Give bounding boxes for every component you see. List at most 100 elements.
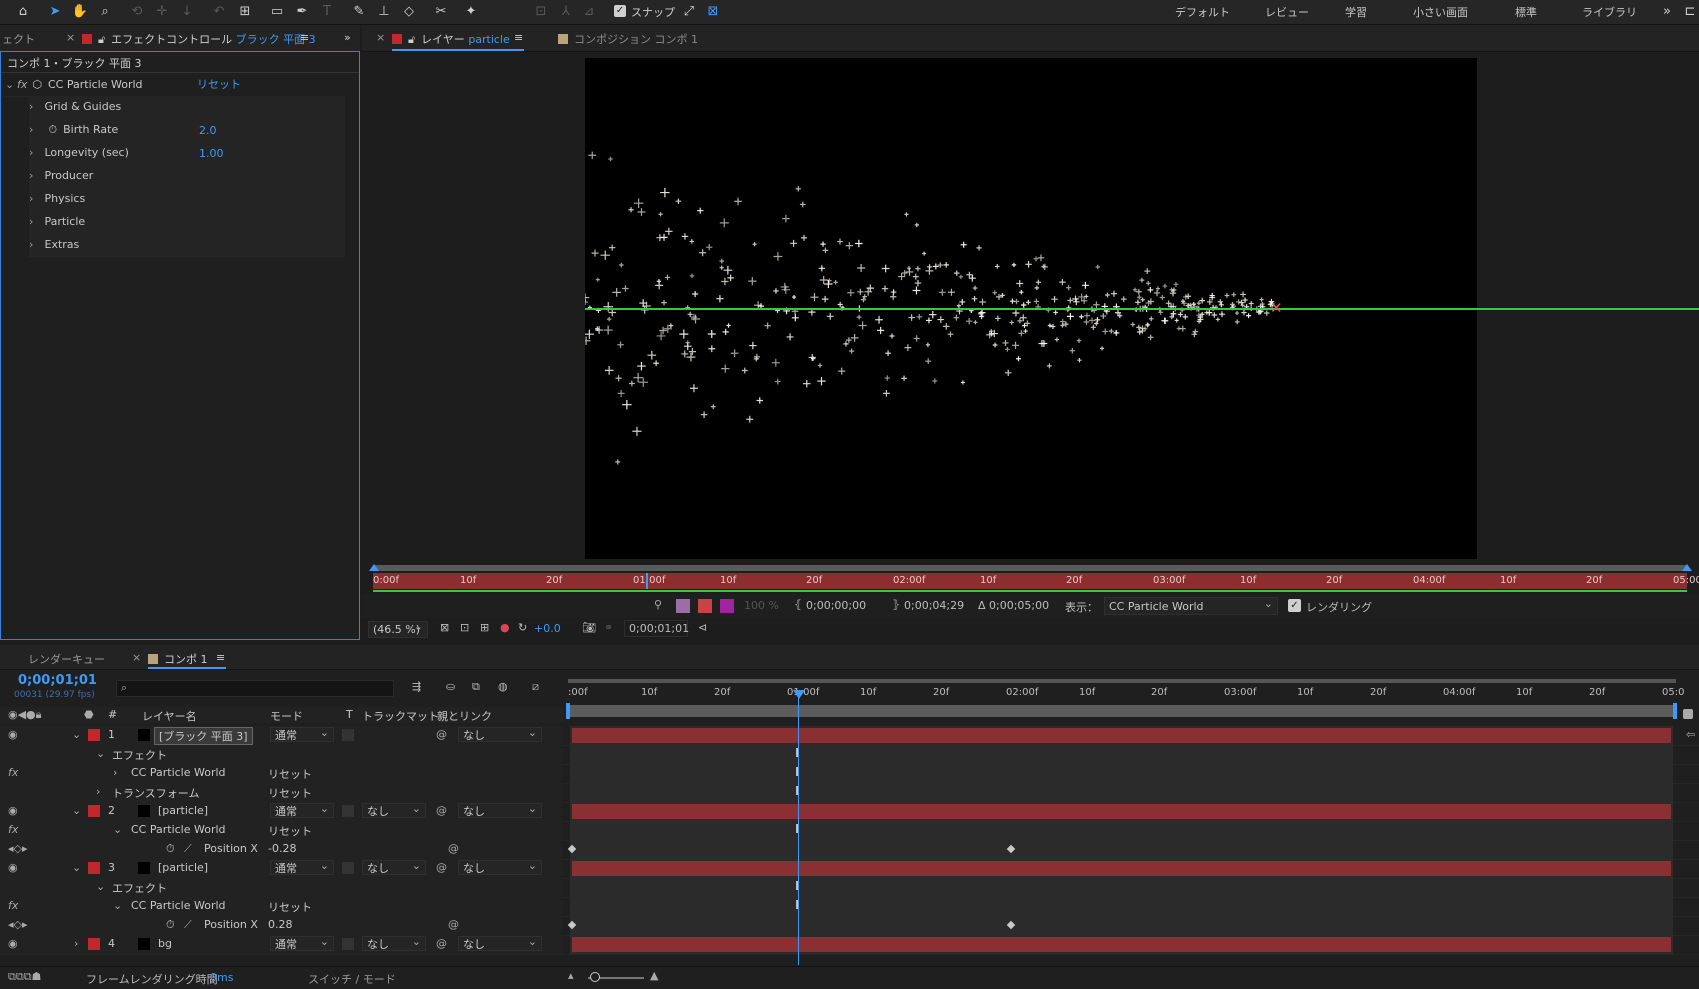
layer-search-input[interactable]: ⌕: [116, 680, 394, 697]
property-longevity[interactable]: › Longevity (sec) 1.00: [29, 142, 345, 165]
pickwhip-icon[interactable]: @: [436, 937, 447, 950]
channels-icon[interactable]: ●: [500, 621, 510, 634]
frame-blending-icon[interactable]: ⧉: [472, 680, 480, 694]
anchor-tool-icon[interactable]: ⊞: [236, 3, 254, 21]
grid-icon[interactable]: ⊞: [480, 621, 489, 634]
stopwatch-icon[interactable]: ⏱: [166, 918, 175, 932]
effect-row[interactable]: fx › CC Particle World リセット I: [0, 764, 1699, 784]
parent-dropdown[interactable]: なし: [458, 934, 542, 951]
fx-icon[interactable]: fx: [8, 823, 18, 836]
stamp-tool-icon[interactable]: ⊥: [375, 3, 393, 21]
blend-mode-dropdown[interactable]: 通常: [270, 801, 334, 818]
snapshot-icon[interactable]: 📷︎: [582, 621, 596, 634]
close-icon[interactable]: ×: [66, 31, 75, 44]
zoom-in-icon[interactable]: ▲: [650, 969, 658, 982]
snap-options-icon[interactable]: ⤢: [680, 3, 698, 21]
layer-duration-bar[interactable]: [572, 937, 1671, 952]
fit-icon[interactable]: ⊠: [440, 621, 449, 634]
property-grid-guides[interactable]: › Grid & Guides: [29, 96, 345, 119]
workspace-standard[interactable]: 標準: [1515, 4, 1537, 20]
zoom-slider-thumb[interactable]: [590, 972, 600, 982]
tab-comp-1[interactable]: コンポ 1: [148, 651, 208, 667]
panel-menu-icon[interactable]: ≡: [216, 651, 225, 664]
blend-mode-dropdown[interactable]: 通常: [270, 934, 334, 951]
work-area-bar[interactable]: [566, 705, 1676, 717]
label-color-swatch[interactable]: [88, 938, 100, 950]
home-icon[interactable]: ⌂: [14, 3, 32, 21]
magnification-dropdown[interactable]: (46.5 %): [368, 619, 428, 638]
view-dropdown[interactable]: CC Particle World: [1104, 595, 1278, 615]
selection-tool-icon[interactable]: ➤: [46, 3, 64, 21]
expression-pickwhip-icon[interactable]: @: [448, 918, 459, 931]
layer-row[interactable]: ◉ ⌄ 1 [ブラック 平面 3] 通常 @ なし ⇦: [0, 725, 1699, 746]
layer-duration-bar[interactable]: [572, 861, 1671, 876]
show-particle-icon[interactable]: [698, 599, 712, 613]
snap-target-icon[interactable]: ⊠: [704, 3, 722, 21]
text-tool-icon[interactable]: T: [318, 3, 336, 21]
lock-icon[interactable]: 🔓︎: [98, 33, 105, 46]
graph-icon[interactable]: ⟋: [184, 918, 192, 932]
chevron-down-icon[interactable]: ⌄: [113, 899, 122, 912]
workspace-small-screen[interactable]: 小さい画面: [1413, 4, 1468, 20]
viewer-time-ruler[interactable]: 0:00f 10f 20f 01:00f 10f 20f 02:00f 10f 20f 03:00…: [369, 564, 1699, 592]
panel-menu-icon[interactable]: ≡: [300, 31, 309, 44]
eraser-tool-icon[interactable]: ◇: [400, 3, 418, 21]
pen-tool-icon[interactable]: ✒: [293, 3, 311, 21]
puppet-pin-icon[interactable]: ✦: [462, 3, 480, 21]
render-checkbox[interactable]: ✓: [1288, 599, 1301, 612]
graph-icon[interactable]: ⟋: [184, 842, 192, 856]
dolly-tool-icon[interactable]: ↓: [178, 3, 196, 21]
tab-composition[interactable]: コンポジション コンポ 1: [558, 31, 698, 47]
label-color-swatch[interactable]: [88, 805, 100, 817]
layer-name[interactable]: [particle]: [158, 861, 208, 874]
layer-name[interactable]: [particle]: [158, 804, 208, 817]
property-row[interactable]: ◂◇▸ ⏱ ⟋ Position X 0.28 @: [0, 916, 1699, 936]
property-extras[interactable]: › Extras: [29, 234, 345, 257]
preserve-transparency-switch[interactable]: [342, 862, 354, 874]
lock-icon[interactable]: 🔓︎: [408, 33, 415, 46]
track-matte-dropdown[interactable]: なし: [362, 858, 426, 875]
producer-position-marker-icon[interactable]: ✕: [1270, 299, 1283, 317]
track-matte-dropdown[interactable]: なし: [362, 801, 426, 818]
viewer-playhead[interactable]: [646, 573, 648, 589]
chevron-right-icon[interactable]: ›: [96, 785, 100, 798]
label-header-icon[interactable]: ⬣: [84, 708, 94, 721]
chevron-right-icon[interactable]: ›: [29, 234, 41, 256]
chevron-down-icon[interactable]: ⌄: [72, 861, 81, 874]
work-area-end-handle[interactable]: [1673, 703, 1677, 719]
property-particle[interactable]: › Particle: [29, 211, 345, 234]
out-point-handle[interactable]: [1682, 564, 1692, 571]
roto-brush-icon[interactable]: ✂: [432, 3, 450, 21]
fx-icon[interactable]: fx: [8, 899, 18, 912]
color-channel-icon[interactable]: [720, 599, 734, 613]
layer-row[interactable]: ◉ ⌄ 2 [particle] 通常 なし @ なし: [0, 801, 1699, 822]
chevron-down-icon[interactable]: ⌄: [72, 804, 81, 817]
keyframe-navigator-icons[interactable]: ◂◇▸: [8, 842, 28, 855]
work-area-start-handle[interactable]: [566, 703, 570, 719]
in-point-icon[interactable]: ⦃: [794, 598, 802, 611]
column-t[interactable]: T: [346, 708, 353, 721]
property-physics[interactable]: › Physics: [29, 188, 345, 211]
comment-icon[interactable]: ⇦: [1686, 728, 1695, 741]
pan-tool-icon[interactable]: ✛: [153, 3, 171, 21]
zoom-range-bar[interactable]: [568, 679, 1676, 683]
effect-reset-link[interactable]: リセット: [268, 766, 312, 782]
preserve-transparency-switch[interactable]: [342, 805, 354, 817]
chevron-right-icon[interactable]: ›: [29, 96, 41, 118]
effect-reset-link[interactable]: リセット: [268, 823, 312, 839]
opacity-readout[interactable]: 100 %: [744, 599, 779, 612]
pickwhip-icon[interactable]: @: [436, 804, 447, 817]
stopwatch-icon[interactable]: ⏱: [166, 842, 175, 856]
property-birth-rate[interactable]: › ⏱ Birth Rate 2.0: [29, 119, 345, 142]
chevron-right-icon[interactable]: ›: [29, 165, 41, 187]
footer-toggle-icons[interactable]: ⧉⧉⧉☗: [8, 970, 41, 984]
workspace-default[interactable]: デフォルト: [1175, 4, 1230, 20]
column-mode[interactable]: モード: [270, 708, 303, 724]
onion-skin-icon[interactable]: [676, 599, 690, 613]
chevron-down-icon[interactable]: ⌄: [96, 747, 105, 760]
expression-pickwhip-icon[interactable]: @: [448, 842, 459, 855]
pickwhip-icon[interactable]: @: [436, 728, 447, 741]
in-point-time[interactable]: 0;00;00;00: [806, 599, 866, 612]
eye-icon[interactable]: ◉: [8, 937, 18, 950]
chevron-right-icon[interactable]: ›: [113, 766, 117, 779]
